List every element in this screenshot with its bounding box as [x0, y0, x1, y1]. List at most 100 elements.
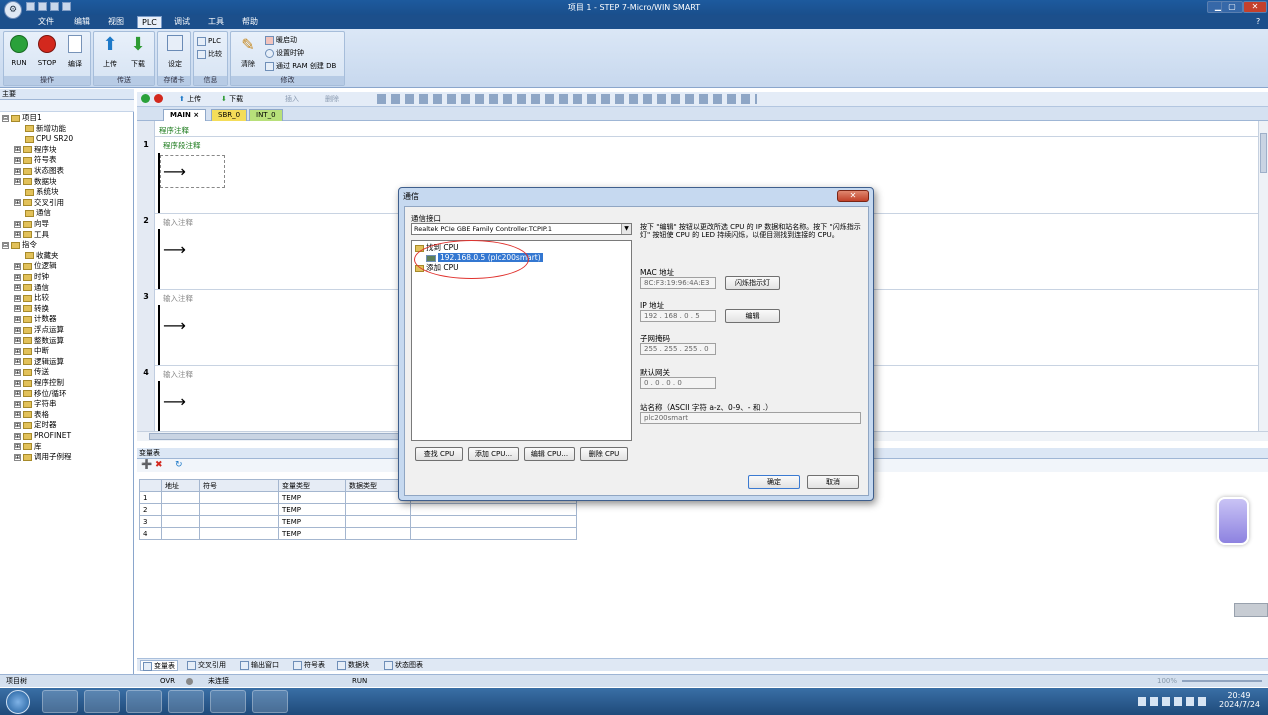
- cell[interactable]: [410, 503, 577, 516]
- zoom-slider[interactable]: [1182, 680, 1262, 682]
- tree-item[interactable]: ⊞ 符号表: [14, 155, 57, 165]
- tree-item[interactable]: ⊞ PROFINET: [14, 431, 71, 441]
- menu-help[interactable]: 帮助: [238, 16, 262, 28]
- tab-cross-ref[interactable]: 交叉引用: [185, 660, 228, 671]
- tree-item[interactable]: CPU SR20: [14, 134, 73, 144]
- tree-item[interactable]: 收藏夹: [14, 251, 59, 261]
- tree-item[interactable]: ⊞ 程序块: [14, 145, 57, 155]
- cell[interactable]: [161, 527, 200, 540]
- menu-file[interactable]: 文件: [34, 16, 58, 28]
- tree-item[interactable]: ⊞ 程序控制: [14, 378, 64, 388]
- cell[interactable]: [345, 503, 411, 516]
- run-small-icon[interactable]: [141, 94, 150, 103]
- download-tool-button[interactable]: ⬇ 下载: [221, 94, 243, 104]
- tree-item[interactable]: ⊞ 逻辑运算: [14, 357, 64, 367]
- tree-item[interactable]: ⊟ 指令: [2, 240, 37, 250]
- expand-toggle-icon[interactable]: ⊞: [14, 262, 21, 270]
- upload-tool-button[interactable]: ⬆ 上传: [179, 94, 201, 104]
- expand-toggle-icon[interactable]: ⊞: [14, 315, 21, 323]
- cell[interactable]: [345, 515, 411, 528]
- table-row[interactable]: 4 TEMP: [139, 527, 577, 540]
- tree-item[interactable]: ⊞ 向导: [14, 219, 49, 229]
- tab-data-block[interactable]: 数据块: [335, 660, 371, 671]
- tree-item[interactable]: ⊞ 数据块: [14, 177, 57, 187]
- tree-item[interactable]: ⊞ 定时器: [14, 420, 57, 430]
- expand-toggle-icon[interactable]: ⊞: [14, 220, 21, 228]
- clear-button[interactable]: ✎ 清除: [235, 35, 261, 69]
- expand-toggle-icon[interactable]: ⊞: [14, 284, 21, 292]
- network-comment[interactable]: 输入注释: [163, 369, 193, 380]
- tree-item[interactable]: ⊞ 时钟: [14, 272, 49, 282]
- maximize-button[interactable]: ▢: [1221, 1, 1243, 13]
- cpu-tree[interactable]: 找到 CPU 192.168.0.5 (plc200smart) 添加 CPU: [411, 240, 632, 441]
- tree-item[interactable]: ⊞ 表格: [14, 410, 49, 420]
- edit-cpu-button[interactable]: 编辑 CPU...: [524, 447, 575, 461]
- stop-button[interactable]: STOP: [35, 35, 59, 67]
- ok-button[interactable]: 确定: [748, 475, 800, 489]
- tree-item[interactable]: ⊞ 状态图表: [14, 166, 64, 176]
- delete-cpu-button[interactable]: 删除 CPU: [580, 447, 628, 461]
- cell[interactable]: [199, 503, 279, 516]
- delete-row-icon[interactable]: ✖: [155, 460, 163, 470]
- tree-item[interactable]: ⊞ 交叉引用: [14, 198, 64, 208]
- expand-toggle-icon[interactable]: ⊞: [14, 421, 21, 429]
- dropdown-arrow-icon[interactable]: ▼: [621, 224, 631, 234]
- tree-item[interactable]: ⊞ 库: [14, 442, 42, 452]
- network-comment[interactable]: 输入注释: [163, 217, 193, 228]
- expand-toggle-icon[interactable]: ⊞: [14, 167, 21, 175]
- cancel-button[interactable]: 取消: [807, 475, 859, 489]
- tree-item[interactable]: ⊞ 工具: [14, 230, 49, 240]
- expand-toggle-icon[interactable]: ⊞: [14, 337, 21, 345]
- tree-item[interactable]: ⊞ 位逻辑: [14, 261, 57, 271]
- expand-toggle-icon[interactable]: ⊞: [14, 443, 21, 451]
- plc-info-button[interactable]: PLC: [197, 36, 221, 47]
- table-row[interactable]: 3 TEMP: [139, 515, 577, 528]
- tab-sbr0[interactable]: SBR_0: [211, 109, 248, 121]
- compile-button[interactable]: 编译: [63, 35, 87, 69]
- cell[interactable]: [410, 515, 577, 528]
- clock[interactable]: 20:49 2024/7/24: [1219, 691, 1260, 709]
- tab-symbol-table[interactable]: 符号表: [291, 660, 327, 671]
- tree-item[interactable]: ⊞ 传送: [14, 367, 49, 377]
- menu-tools[interactable]: 工具: [204, 16, 228, 28]
- app-taskbar-icon[interactable]: [252, 690, 288, 713]
- app-menu-icon[interactable]: ⚙: [4, 1, 22, 19]
- tree-item[interactable]: ⊞ 通信: [14, 283, 49, 293]
- program-comment[interactable]: 程序注释: [159, 125, 189, 136]
- upload-button[interactable]: ⬆ 上传: [97, 35, 123, 69]
- ladder-tool-icons[interactable]: [377, 94, 757, 104]
- cell[interactable]: [161, 491, 200, 504]
- tray-icons[interactable]: [1138, 697, 1208, 706]
- expand-toggle-icon[interactable]: ⊞: [14, 358, 21, 366]
- ram-create-db-button[interactable]: 通过 RAM 创建 DB: [265, 61, 336, 72]
- tree-item[interactable]: ⊞ 转换: [14, 304, 49, 314]
- expand-toggle-icon[interactable]: ⊞: [14, 400, 21, 408]
- menu-plc[interactable]: PLC: [137, 16, 162, 28]
- tree-item[interactable]: 系统块: [14, 187, 59, 197]
- editor-vertical-scrollbar[interactable]: [1258, 121, 1268, 431]
- run-button[interactable]: RUN: [7, 35, 31, 67]
- floating-assistant-icon[interactable]: [1217, 497, 1249, 545]
- expand-toggle-icon[interactable]: ⊞: [14, 326, 21, 334]
- tree-item[interactable]: ⊞ 中断: [14, 346, 49, 356]
- dialog-close-button[interactable]: ✕: [837, 190, 869, 202]
- tree-item[interactable]: ⊞ 字符串: [14, 399, 57, 409]
- menu-edit[interactable]: 编辑: [70, 16, 94, 28]
- expand-toggle-icon[interactable]: ⊞: [14, 199, 21, 207]
- expand-toggle-icon[interactable]: ⊞: [14, 432, 21, 440]
- cell[interactable]: [345, 527, 411, 540]
- tree-item[interactable]: ⊞ 比较: [14, 293, 49, 303]
- delete-tool-button[interactable]: 删除: [325, 94, 339, 104]
- tree-item[interactable]: ⊞ 计数器: [14, 314, 57, 324]
- table-row[interactable]: 2 TEMP: [139, 503, 577, 516]
- network-comment[interactable]: 程序段注释: [163, 140, 201, 151]
- tree-item[interactable]: 新增功能: [14, 124, 66, 134]
- browser-taskbar-icon[interactable]: [42, 690, 78, 713]
- expand-toggle-icon[interactable]: ⊞: [14, 305, 21, 313]
- tree-item[interactable]: 通信: [14, 208, 51, 218]
- expand-toggle-icon[interactable]: ⊞: [14, 294, 21, 302]
- expand-toggle-icon[interactable]: ⊟: [2, 241, 9, 249]
- wps-taskbar-icon[interactable]: [210, 690, 246, 713]
- blink-led-button[interactable]: 闪烁指示灯: [725, 276, 780, 290]
- baidu-taskbar-icon[interactable]: [84, 690, 120, 713]
